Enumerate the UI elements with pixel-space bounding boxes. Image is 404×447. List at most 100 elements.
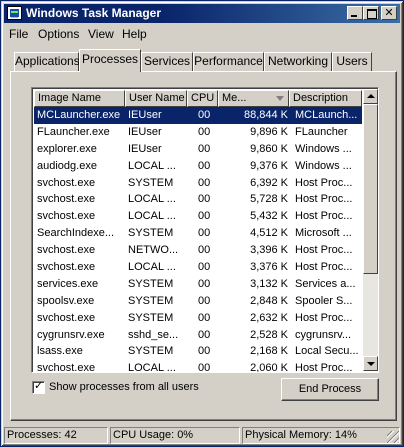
cell-cpu: 00	[198, 294, 211, 307]
cell-image-name: svchost.exe	[37, 244, 96, 257]
table-row[interactable]: explorer.exe IEUser 00 9,860 K Windows ...	[34, 141, 362, 158]
scroll-thumb[interactable]	[363, 104, 378, 274]
tab-applications[interactable]: Applications	[14, 52, 80, 71]
table-row[interactable]: svchost.exe LOCAL ... 00 2,060 K Host Proc..…	[34, 360, 362, 373]
scroll-down-button[interactable]	[363, 356, 378, 371]
cell-cpu: 00	[198, 210, 211, 223]
cell-description: Windows ...	[295, 142, 352, 155]
cell-memory: 5,728 K	[250, 193, 288, 206]
cell-user-name: IEUser	[128, 142, 162, 155]
table-row[interactable]: svchost.exe LOCAL ... 00 3,376 K Host Proc..…	[34, 259, 362, 276]
cell-user-name: IEUser	[128, 109, 162, 121]
menu-file[interactable]: File	[5, 26, 32, 42]
cell-image-name: lsass.exe	[37, 345, 83, 358]
cell-user-name: SYSTEM	[128, 227, 174, 240]
cell-image-name: svchost.exe	[37, 176, 96, 189]
cell-memory: 9,376 K	[250, 159, 288, 172]
cell-user-name: SYSTEM	[128, 277, 174, 290]
maximize-button[interactable]	[363, 6, 379, 20]
cell-image-name: svchost.exe	[37, 311, 96, 324]
task-manager-window: Windows Task Manager ✕ File Options View…	[0, 0, 404, 447]
cell-user-name: sshd_se...	[128, 328, 179, 341]
cell-user-name: SYSTEM	[128, 294, 174, 307]
cell-memory: 2,060 K	[250, 362, 288, 373]
cell-user-name: IEUser	[128, 125, 162, 138]
cell-user-name: LOCAL ...	[128, 210, 176, 223]
menu-help[interactable]: Help	[118, 26, 151, 42]
checkmark-icon: ✓	[34, 379, 44, 392]
status-cpu-usage: CPU Usage: 0%	[110, 427, 240, 444]
close-icon: ✕	[384, 6, 394, 19]
scroll-up-button[interactable]	[363, 89, 378, 104]
column-user-name[interactable]: User Name	[125, 90, 187, 107]
table-row[interactable]: svchost.exe SYSTEM 00 2,632 K Host Proc...	[34, 310, 362, 327]
cell-image-name: cygrunsrv.exe	[37, 328, 105, 341]
table-row[interactable]: services.exe SYSTEM 00 3,132 K Services a...	[34, 276, 362, 293]
cell-memory: 6,392 K	[250, 176, 288, 189]
close-button[interactable]: ✕	[381, 6, 397, 20]
table-row[interactable]: svchost.exe LOCAL ... 00 5,432 K Host Proc..…	[34, 208, 362, 225]
cell-image-name: svchost.exe	[37, 193, 96, 206]
process-rows: MCLauncher.exe IEUser 00 88,844 K MCLaunch..…	[34, 107, 362, 373]
window-title: Windows Task Manager	[26, 6, 162, 20]
tab-strip: Applications Processes Services Performa…	[1, 49, 404, 72]
status-physical-memory: Physical Memory: 14%	[242, 427, 400, 444]
cell-image-name: explorer.exe	[37, 142, 97, 155]
cell-memory: 2,848 K	[250, 294, 288, 307]
vertical-scrollbar[interactable]	[363, 89, 378, 371]
tab-services[interactable]: Services	[141, 52, 193, 71]
cell-description: Local Secu...	[295, 345, 359, 358]
resize-grip-icon[interactable]	[387, 431, 399, 443]
end-process-button[interactable]: End Process	[281, 378, 379, 401]
cell-memory: 9,896 K	[250, 125, 288, 138]
tab-networking[interactable]: Networking	[264, 52, 332, 71]
table-row[interactable]: spoolsv.exe SYSTEM 00 2,848 K Spooler S...	[34, 293, 362, 310]
menu-view[interactable]: View	[84, 26, 118, 42]
cell-cpu: 00	[198, 244, 211, 257]
cell-description: Host Proc...	[295, 210, 353, 223]
cell-image-name: spoolsv.exe	[37, 294, 95, 307]
title-bar[interactable]: Windows Task Manager ✕	[4, 4, 400, 23]
cell-description: FLauncher	[295, 125, 348, 138]
table-row[interactable]: audiodg.exe LOCAL ... 00 9,376 K Windows ...	[34, 158, 362, 175]
show-all-users-checkbox[interactable]: ✓	[32, 379, 45, 394]
tab-users[interactable]: Users	[332, 52, 372, 71]
tab-processes[interactable]: Processes	[79, 49, 141, 72]
menu-options[interactable]: Options	[34, 26, 83, 42]
cell-cpu: 00	[198, 345, 211, 358]
cell-description: MCLaunch...	[295, 109, 358, 121]
table-row[interactable]: svchost.exe SYSTEM 00 6,392 K Host Proc...	[34, 175, 362, 192]
column-cpu[interactable]: CPU	[187, 90, 218, 107]
table-row[interactable]: svchost.exe LOCAL ... 00 5,728 K Host Proc..…	[34, 191, 362, 208]
cell-memory: 88,844 K	[243, 109, 288, 121]
cell-image-name: audiodg.exe	[37, 159, 97, 172]
table-row[interactable]: lsass.exe SYSTEM 00 2,168 K Local Secu...	[34, 343, 362, 360]
cell-cpu: 00	[198, 159, 211, 172]
status-physical-memory-label: Physical Memory: 14%	[245, 429, 357, 441]
process-list[interactable]: Image Name User Name CPU Me... Descripti…	[31, 87, 379, 373]
minimize-button[interactable]	[347, 6, 363, 20]
cell-memory: 3,376 K	[250, 261, 288, 274]
cell-memory: 3,396 K	[250, 244, 288, 257]
cell-description: Host Proc...	[295, 362, 353, 373]
table-row[interactable]: svchost.exe NETWO... 00 3,396 K Host Proc...	[34, 242, 362, 259]
table-row[interactable]: cygrunsrv.exe sshd_se... 00 2,528 K cygrunsr…	[34, 327, 362, 344]
column-image-name[interactable]: Image Name	[34, 90, 125, 107]
table-row[interactable]: SearchIndexe... SYSTEM 00 4,512 K Microsoft …	[34, 225, 362, 242]
column-memory[interactable]: Me...	[218, 90, 289, 107]
column-memory-label: Me...	[222, 92, 247, 104]
column-description[interactable]: Description	[289, 90, 362, 107]
cell-description: Host Proc...	[295, 311, 353, 324]
cell-description: Host Proc...	[295, 193, 353, 206]
table-row[interactable]: FLauncher.exe IEUser 00 9,896 K FLauncher	[34, 124, 362, 141]
cell-image-name: services.exe	[37, 277, 99, 290]
table-row[interactable]: MCLauncher.exe IEUser 00 88,844 K MCLaunch..…	[34, 107, 362, 124]
cell-cpu: 00	[198, 277, 211, 290]
cell-image-name: svchost.exe	[37, 362, 96, 373]
cell-cpu: 00	[198, 142, 211, 155]
cell-memory: 9,860 K	[250, 142, 288, 155]
status-bar: Processes: 42 CPU Usage: 0% Physical Mem…	[4, 427, 400, 444]
tab-performance[interactable]: Performance	[193, 52, 264, 71]
cell-user-name: LOCAL ...	[128, 362, 176, 373]
cell-image-name: FLauncher.exe	[37, 125, 110, 138]
